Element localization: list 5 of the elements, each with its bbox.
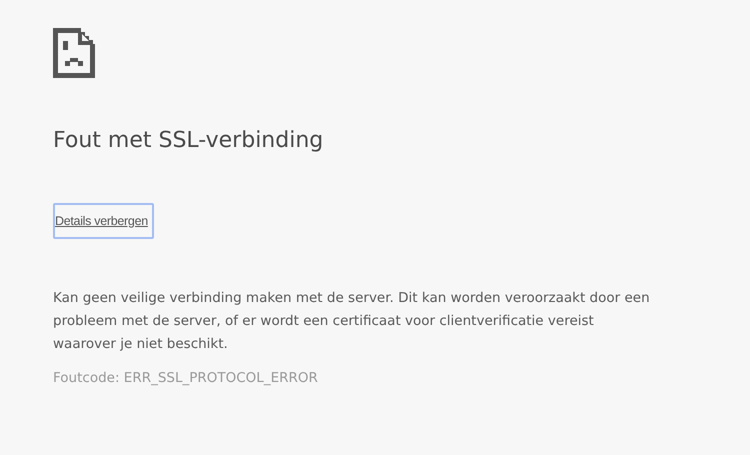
- details-button[interactable]: Details verbergen: [53, 203, 154, 239]
- sad-page-icon: [53, 28, 95, 78]
- error-code: Foutcode: ERR_SSL_PROTOCOL_ERROR: [53, 370, 318, 386]
- error-title: Fout met SSL-verbinding: [53, 127, 324, 155]
- error-description: Kan geen veilige verbinding maken met de server. Dit kan worden veroorzaakt door een probleem met de server, of er wordt een certificaat voor clientverificatie vereist waarover je niet beschikt.: [53, 289, 651, 354]
